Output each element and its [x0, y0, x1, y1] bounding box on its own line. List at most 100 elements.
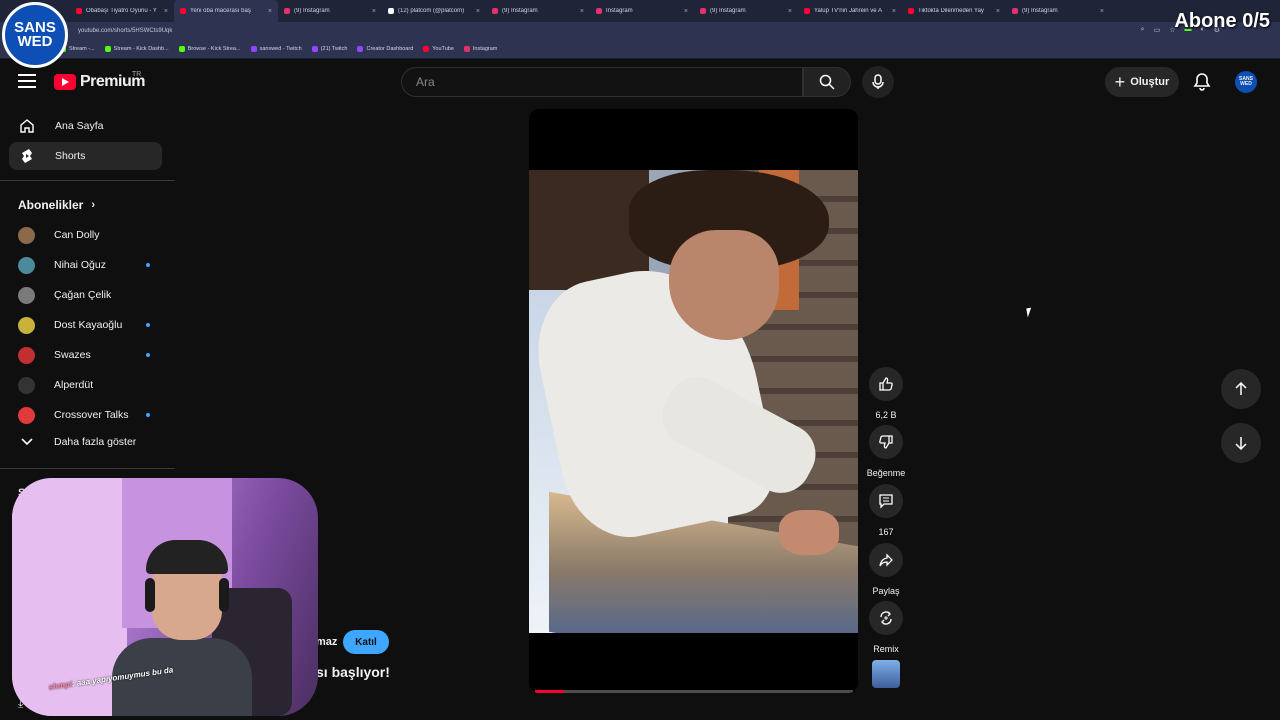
home-icon — [18, 117, 36, 135]
region-code: TR — [132, 71, 142, 78]
comments-button[interactable]: 167 — [866, 484, 906, 537]
voice-search-button[interactable] — [862, 66, 894, 98]
browser-tab[interactable]: (9) Instagram × — [278, 0, 382, 22]
sidebar-item-shorts[interactable]: Shorts — [9, 142, 162, 170]
dislike-button[interactable]: Beğenme — [866, 425, 906, 478]
video-frame — [529, 170, 858, 633]
new-content-dot — [146, 413, 150, 417]
tab-title: Yeni oba macerası baş — [190, 8, 251, 14]
account-avatar[interactable]: SANS WED — [1235, 71, 1257, 93]
subscriptions-header[interactable]: Abonelikler › — [18, 198, 95, 212]
channel-name: Swazes — [54, 349, 91, 361]
notifications-bell-icon[interactable] — [1192, 72, 1212, 92]
browser-tab[interactable]: Obabaşı Tiyatro Oyunu - Y × — [70, 0, 174, 22]
youtube-logo[interactable]: Premium TR — [54, 71, 145, 91]
tab-title: (12) platcom (@platcom) — [398, 8, 465, 14]
tab-favicon-icon — [492, 8, 498, 14]
tab-title: (9) Instagram — [1022, 8, 1058, 14]
tab-title: Tiktokta Dilenmeden Yay — [918, 8, 984, 14]
close-tab-icon[interactable]: × — [1100, 8, 1104, 15]
channel-name: Nihai Oğuz — [54, 259, 106, 271]
create-button[interactable]: + Oluştur — [1105, 67, 1179, 97]
bookmark-item[interactable]: YouTube — [423, 46, 454, 52]
channel-name: Can Dolly — [54, 229, 100, 241]
browser-tab[interactable]: (9) Instagram × — [1006, 0, 1110, 22]
bookmark-item[interactable]: Browse - Kick Strea... — [178, 46, 241, 52]
search-input[interactable]: Ara — [401, 67, 803, 97]
video-title-partial: sı başlıyor! — [316, 664, 390, 680]
like-button[interactable]: 6,2 B — [866, 367, 906, 420]
close-tab-icon[interactable]: × — [268, 8, 272, 15]
bookmark-favicon-icon — [357, 46, 364, 52]
video-progress-bar[interactable] — [535, 690, 853, 693]
subscription-item[interactable]: Alperdüt — [18, 374, 158, 396]
share-button[interactable]: Paylaş — [866, 543, 906, 596]
bookmark-item[interactable]: sanswed - Twitch — [250, 46, 302, 52]
channel-avatar — [18, 226, 35, 244]
arrow-up-icon — [1235, 382, 1247, 395]
bookmark-favicon-icon — [423, 46, 430, 52]
download-arrow-icon: ⤓ — [18, 696, 24, 710]
close-tab-icon[interactable]: × — [892, 8, 896, 15]
chevron-down-icon — [18, 438, 36, 446]
menu-icon[interactable] — [18, 74, 36, 88]
tab-title: Yalup TV'nin Jahrein ve A — [814, 8, 882, 14]
show-more-button[interactable]: Daha fazla göster — [18, 436, 136, 448]
sidebar-divider — [0, 468, 175, 469]
bookmark-label: Browse - Kick Strea... — [187, 46, 241, 52]
youtube-header: Premium TR Ara + Oluştur SANS WED — [0, 60, 1280, 104]
plus-icon: + — [1114, 72, 1126, 92]
address-bar[interactable]: youtube.com/shorts/5HSWCts9Uqk ⌕ ▭ ☆ ▬ ◐… — [0, 22, 1280, 40]
bookmark-item[interactable]: Creator Dashboard — [357, 46, 413, 52]
search-button[interactable] — [803, 67, 851, 97]
browser-tab[interactable]: (9) Instagram × — [694, 0, 798, 22]
close-tab-icon[interactable]: × — [580, 8, 584, 15]
browser-tab[interactable]: Yalup TV'nin Jahrein ve A × — [798, 0, 902, 22]
new-content-dot — [146, 323, 150, 327]
close-tab-icon[interactable]: × — [164, 8, 168, 15]
remix-button[interactable]: Remix — [866, 601, 906, 654]
next-short-button[interactable] — [1221, 423, 1261, 463]
sidebar-item-home[interactable]: Ana Sayfa — [9, 112, 162, 140]
cast-icon[interactable]: ▭ — [1154, 26, 1161, 34]
url-text[interactable]: youtube.com/shorts/5HSWCts9Uqk — [78, 28, 172, 34]
channel-name: Alperdüt — [54, 379, 94, 391]
bookmark-item[interactable]: Instagram — [463, 46, 497, 52]
close-tab-icon[interactable]: × — [372, 8, 376, 15]
channel-name-partial: maz — [316, 636, 338, 648]
create-label: Oluştur — [1130, 76, 1170, 88]
comment-icon — [879, 494, 893, 509]
close-tab-icon[interactable]: × — [476, 8, 480, 15]
close-tab-icon[interactable]: × — [684, 8, 688, 15]
subscription-item[interactable]: Çağan Çelik — [18, 284, 158, 306]
channel-avatar-thumbnail[interactable] — [872, 660, 900, 688]
zoom-icon[interactable]: ⌕ — [1141, 26, 1145, 34]
browser-tab[interactable]: Tiktokta Dilenmeden Yay × — [902, 0, 1006, 22]
thumbs-down-icon — [879, 435, 893, 449]
subscription-item[interactable]: Can Dolly — [18, 224, 158, 246]
subscription-item[interactable]: Crossover Talks — [18, 404, 158, 426]
browser-tab[interactable]: (12) platcom (@platcom) × — [382, 0, 486, 22]
browser-tab[interactable]: Instagram × — [590, 0, 694, 22]
search-placeholder: Ara — [416, 75, 435, 89]
channel-logo-overlay: SANS WED — [2, 2, 68, 68]
browser-tab[interactable]: (9) Instagram × — [486, 0, 590, 22]
shorts-video-player[interactable] — [529, 109, 858, 693]
search-icon — [819, 74, 835, 90]
bookmark-favicon-icon — [463, 46, 470, 52]
previous-short-button[interactable] — [1221, 369, 1261, 409]
subscription-item[interactable]: Dost Kayaoğlu — [18, 314, 158, 336]
subscription-item[interactable]: Swazes — [18, 344, 158, 366]
tab-favicon-icon — [284, 8, 290, 14]
mouse-cursor — [1026, 307, 1033, 318]
close-tab-icon[interactable]: × — [788, 8, 792, 15]
bookmark-item[interactable]: (21) Twitch — [311, 46, 347, 52]
join-button[interactable]: Katıl — [343, 630, 389, 654]
bookmark-item[interactable]: Stream - Kick Dashb... — [104, 46, 169, 52]
video-progress-fill — [535, 690, 564, 693]
subscription-item[interactable]: Nihai Oğuz — [18, 254, 158, 276]
new-content-dot — [146, 353, 150, 357]
browser-tab[interactable]: Yeni oba macerası baş × — [174, 0, 278, 22]
close-tab-icon[interactable]: × — [996, 8, 1000, 15]
comment-count: 167 — [878, 527, 894, 537]
